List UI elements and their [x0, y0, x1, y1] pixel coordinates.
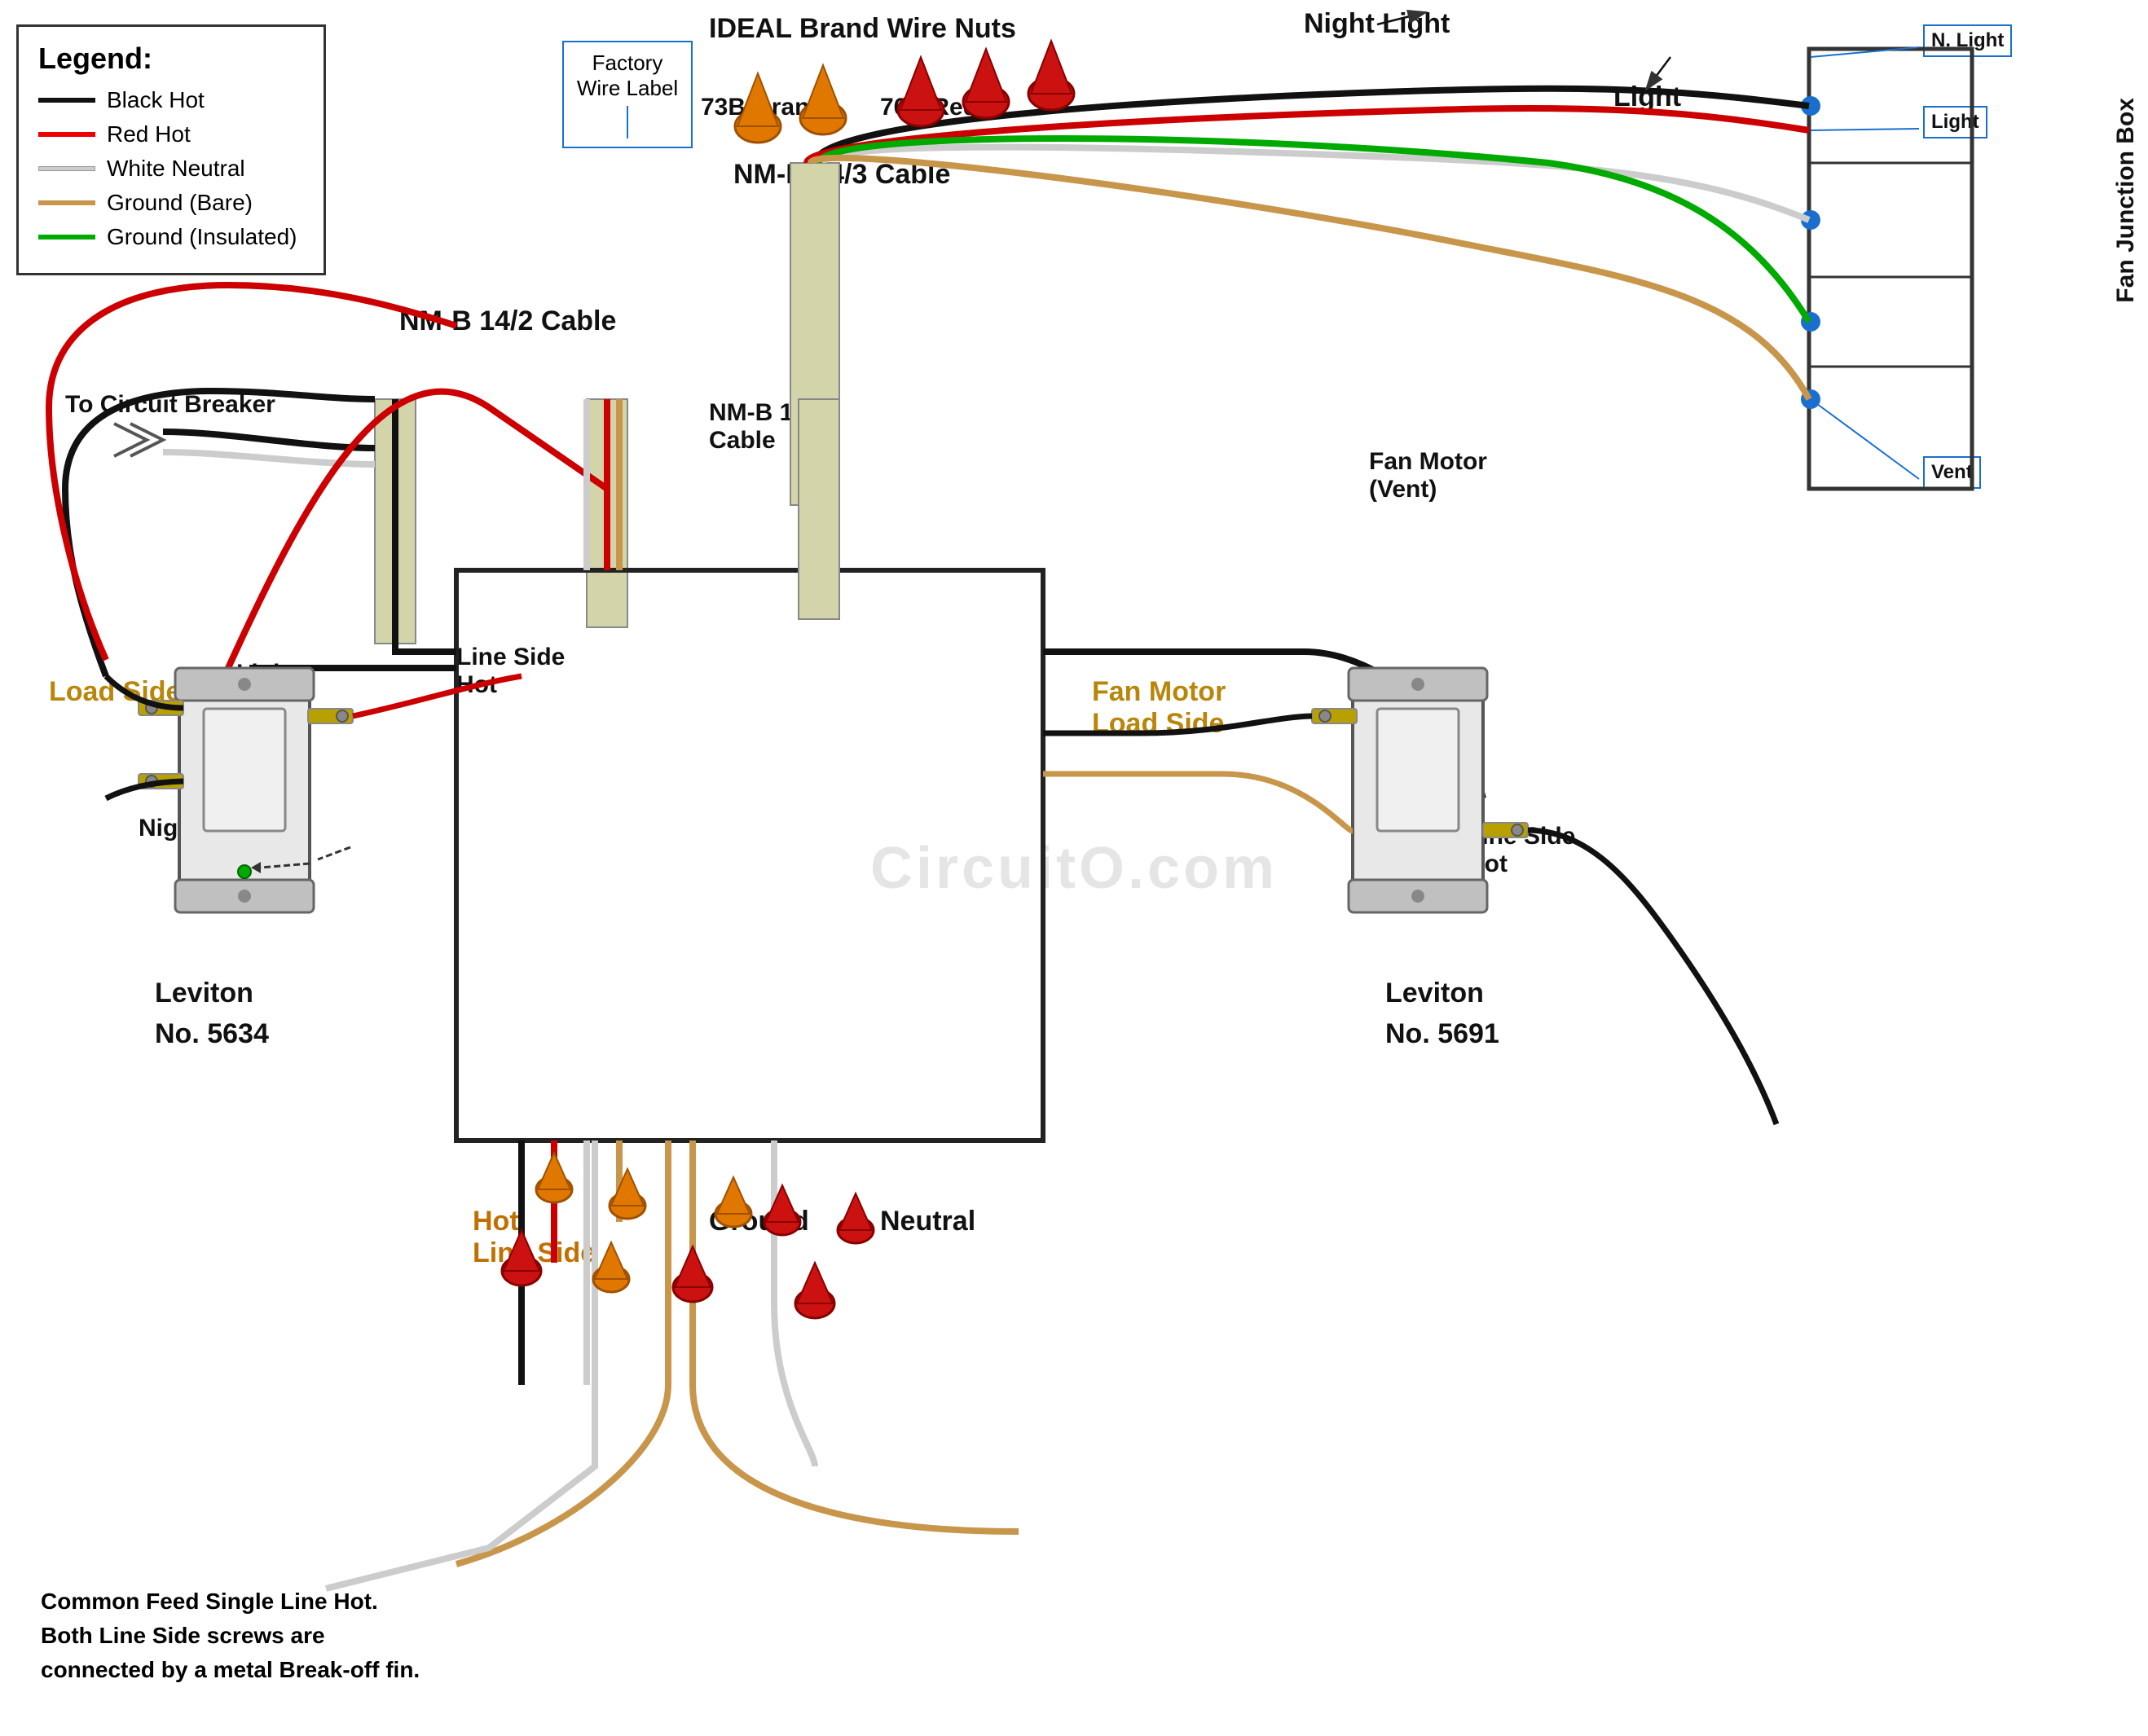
main-junction-box: [456, 570, 1043, 1140]
wiring-diagram-svg: [0, 0, 2148, 1736]
diagram-container: Legend: Black Hot Red Hot White Neutral …: [0, 0, 2148, 1736]
fan-junction-box-rect: [1809, 49, 1972, 489]
